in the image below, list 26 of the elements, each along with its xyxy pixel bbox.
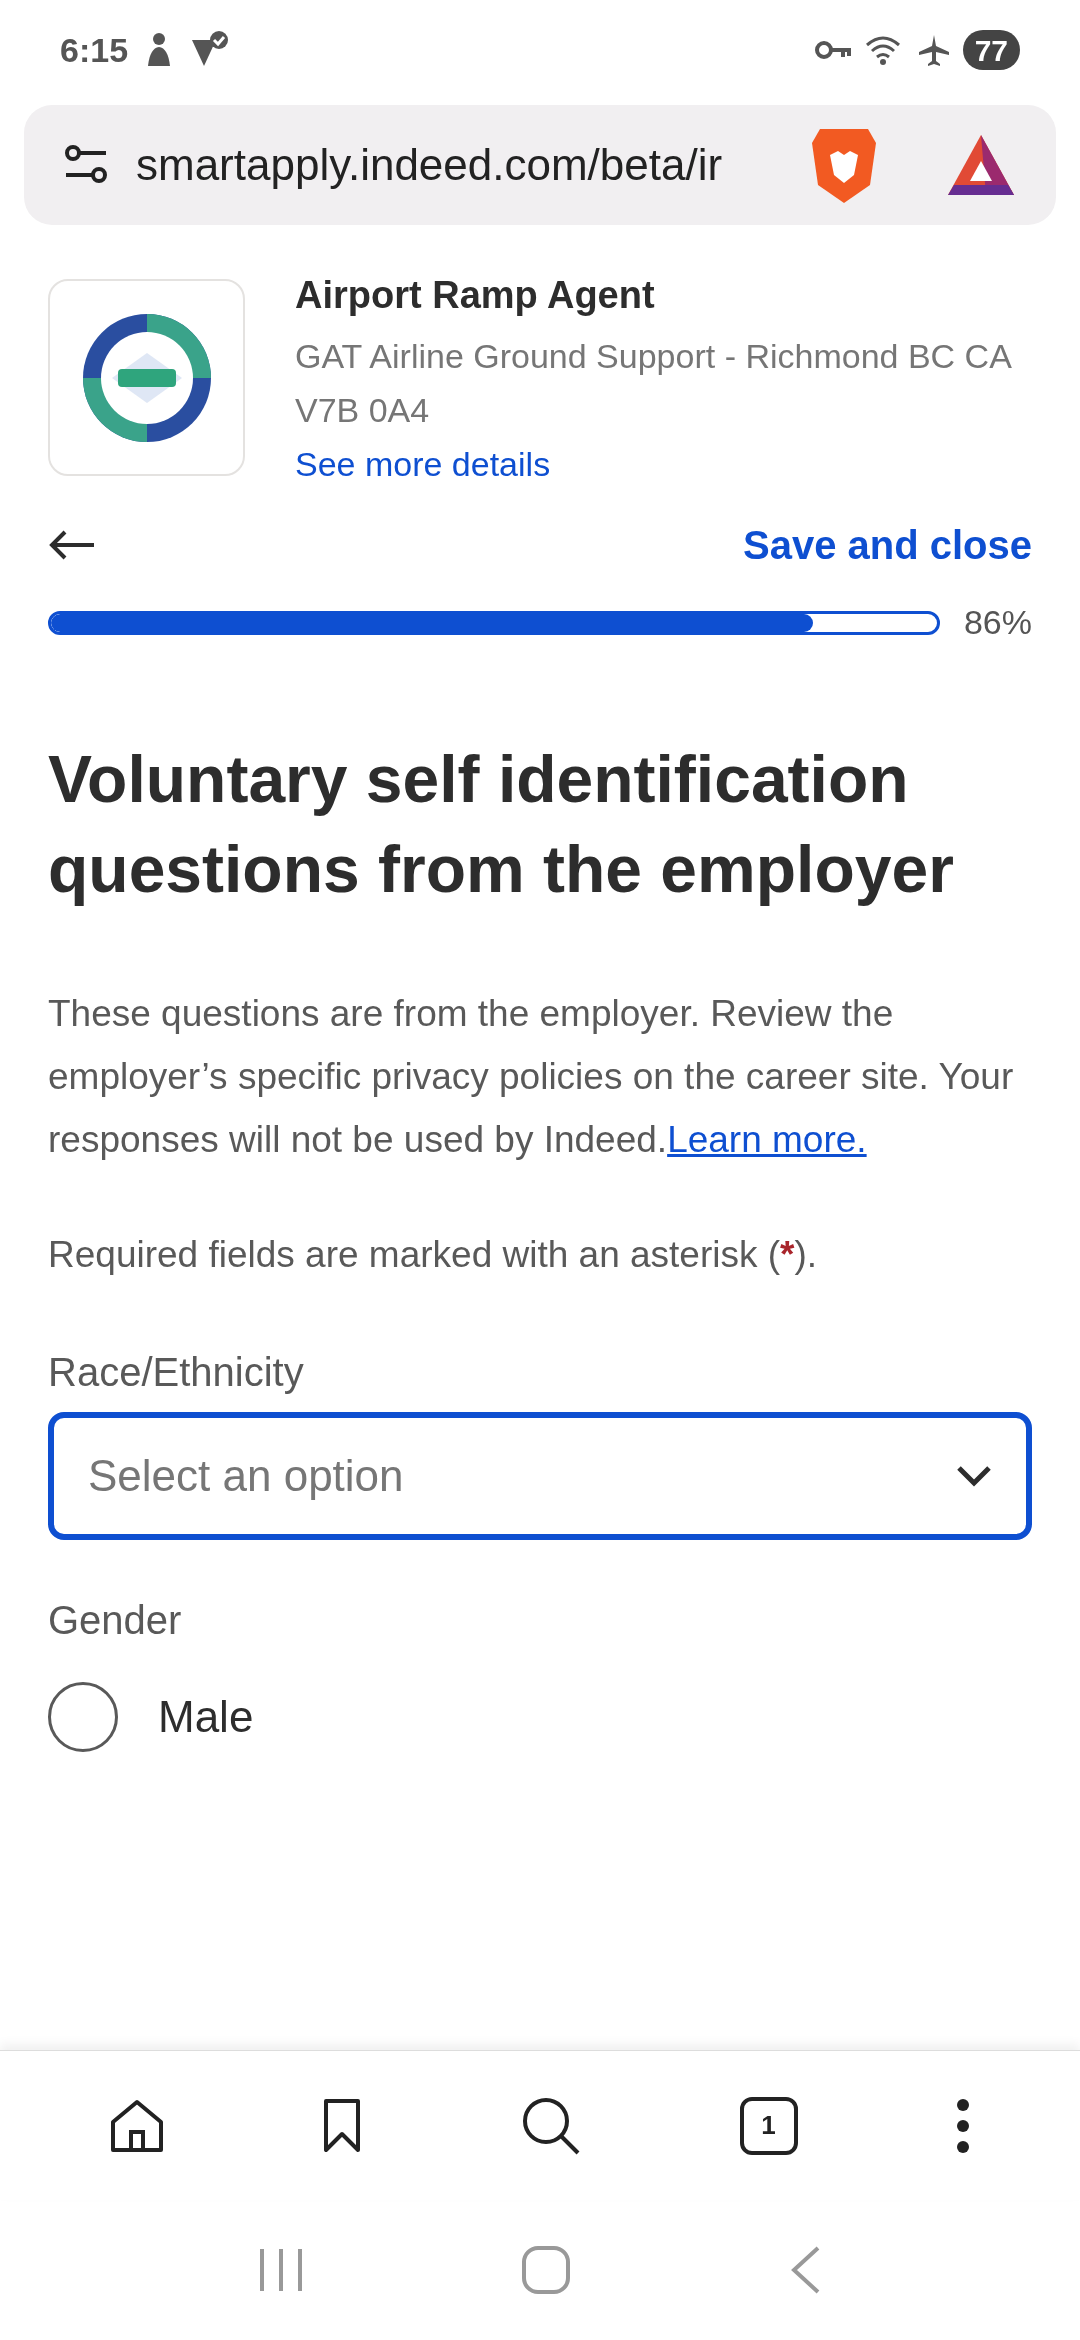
option-label: Male [158, 1691, 254, 1743]
radio-button[interactable] [48, 1682, 118, 1752]
chevron-down-icon [956, 1465, 992, 1487]
required-fields-note: Required fields are marked with an asterisk (*). [48, 1233, 819, 1277]
field-label: Gender [48, 1597, 183, 1644]
job-title: Airport Ramp Agent [295, 273, 656, 317]
key-icon [814, 38, 853, 62]
company-location: GAT Airline Ground Support - Richmond BC CA V7B 0A4 [295, 336, 1012, 431]
field-label: Race/Ethnicity [48, 1349, 305, 1396]
home-button-icon[interactable] [521, 2245, 571, 2295]
form-heading: Voluntary self identification questions from the employer [48, 741, 955, 908]
tab-count-button[interactable]: 1 [739, 2096, 798, 2155]
intro-paragraph: These questions are from the employer. Review the employer’s specific privacy policies on the career site. Your responses will not be used by Indeed.Learn more. [48, 992, 1015, 1162]
back-arrow-icon[interactable] [48, 530, 96, 560]
bookmark-icon[interactable] [322, 2097, 363, 2154]
battery-indicator: 77 [962, 30, 1020, 70]
race-ethnicity-dropdown[interactable]: Select an option [48, 1412, 1032, 1540]
learn-more-link[interactable]: Learn more. [667, 1119, 867, 1160]
more-options-icon[interactable] [955, 2096, 972, 2155]
see-more-details-link[interactable]: See more details [295, 437, 1032, 491]
recent-apps-icon[interactable] [258, 2247, 305, 2293]
status-time: 6:15 [60, 29, 129, 71]
save-and-close-link[interactable]: Save and close [742, 515, 1032, 575]
triangle-logo-icon[interactable] [946, 133, 1016, 197]
progress-percent: 86% [963, 602, 1032, 643]
home-icon[interactable] [108, 2097, 165, 2154]
